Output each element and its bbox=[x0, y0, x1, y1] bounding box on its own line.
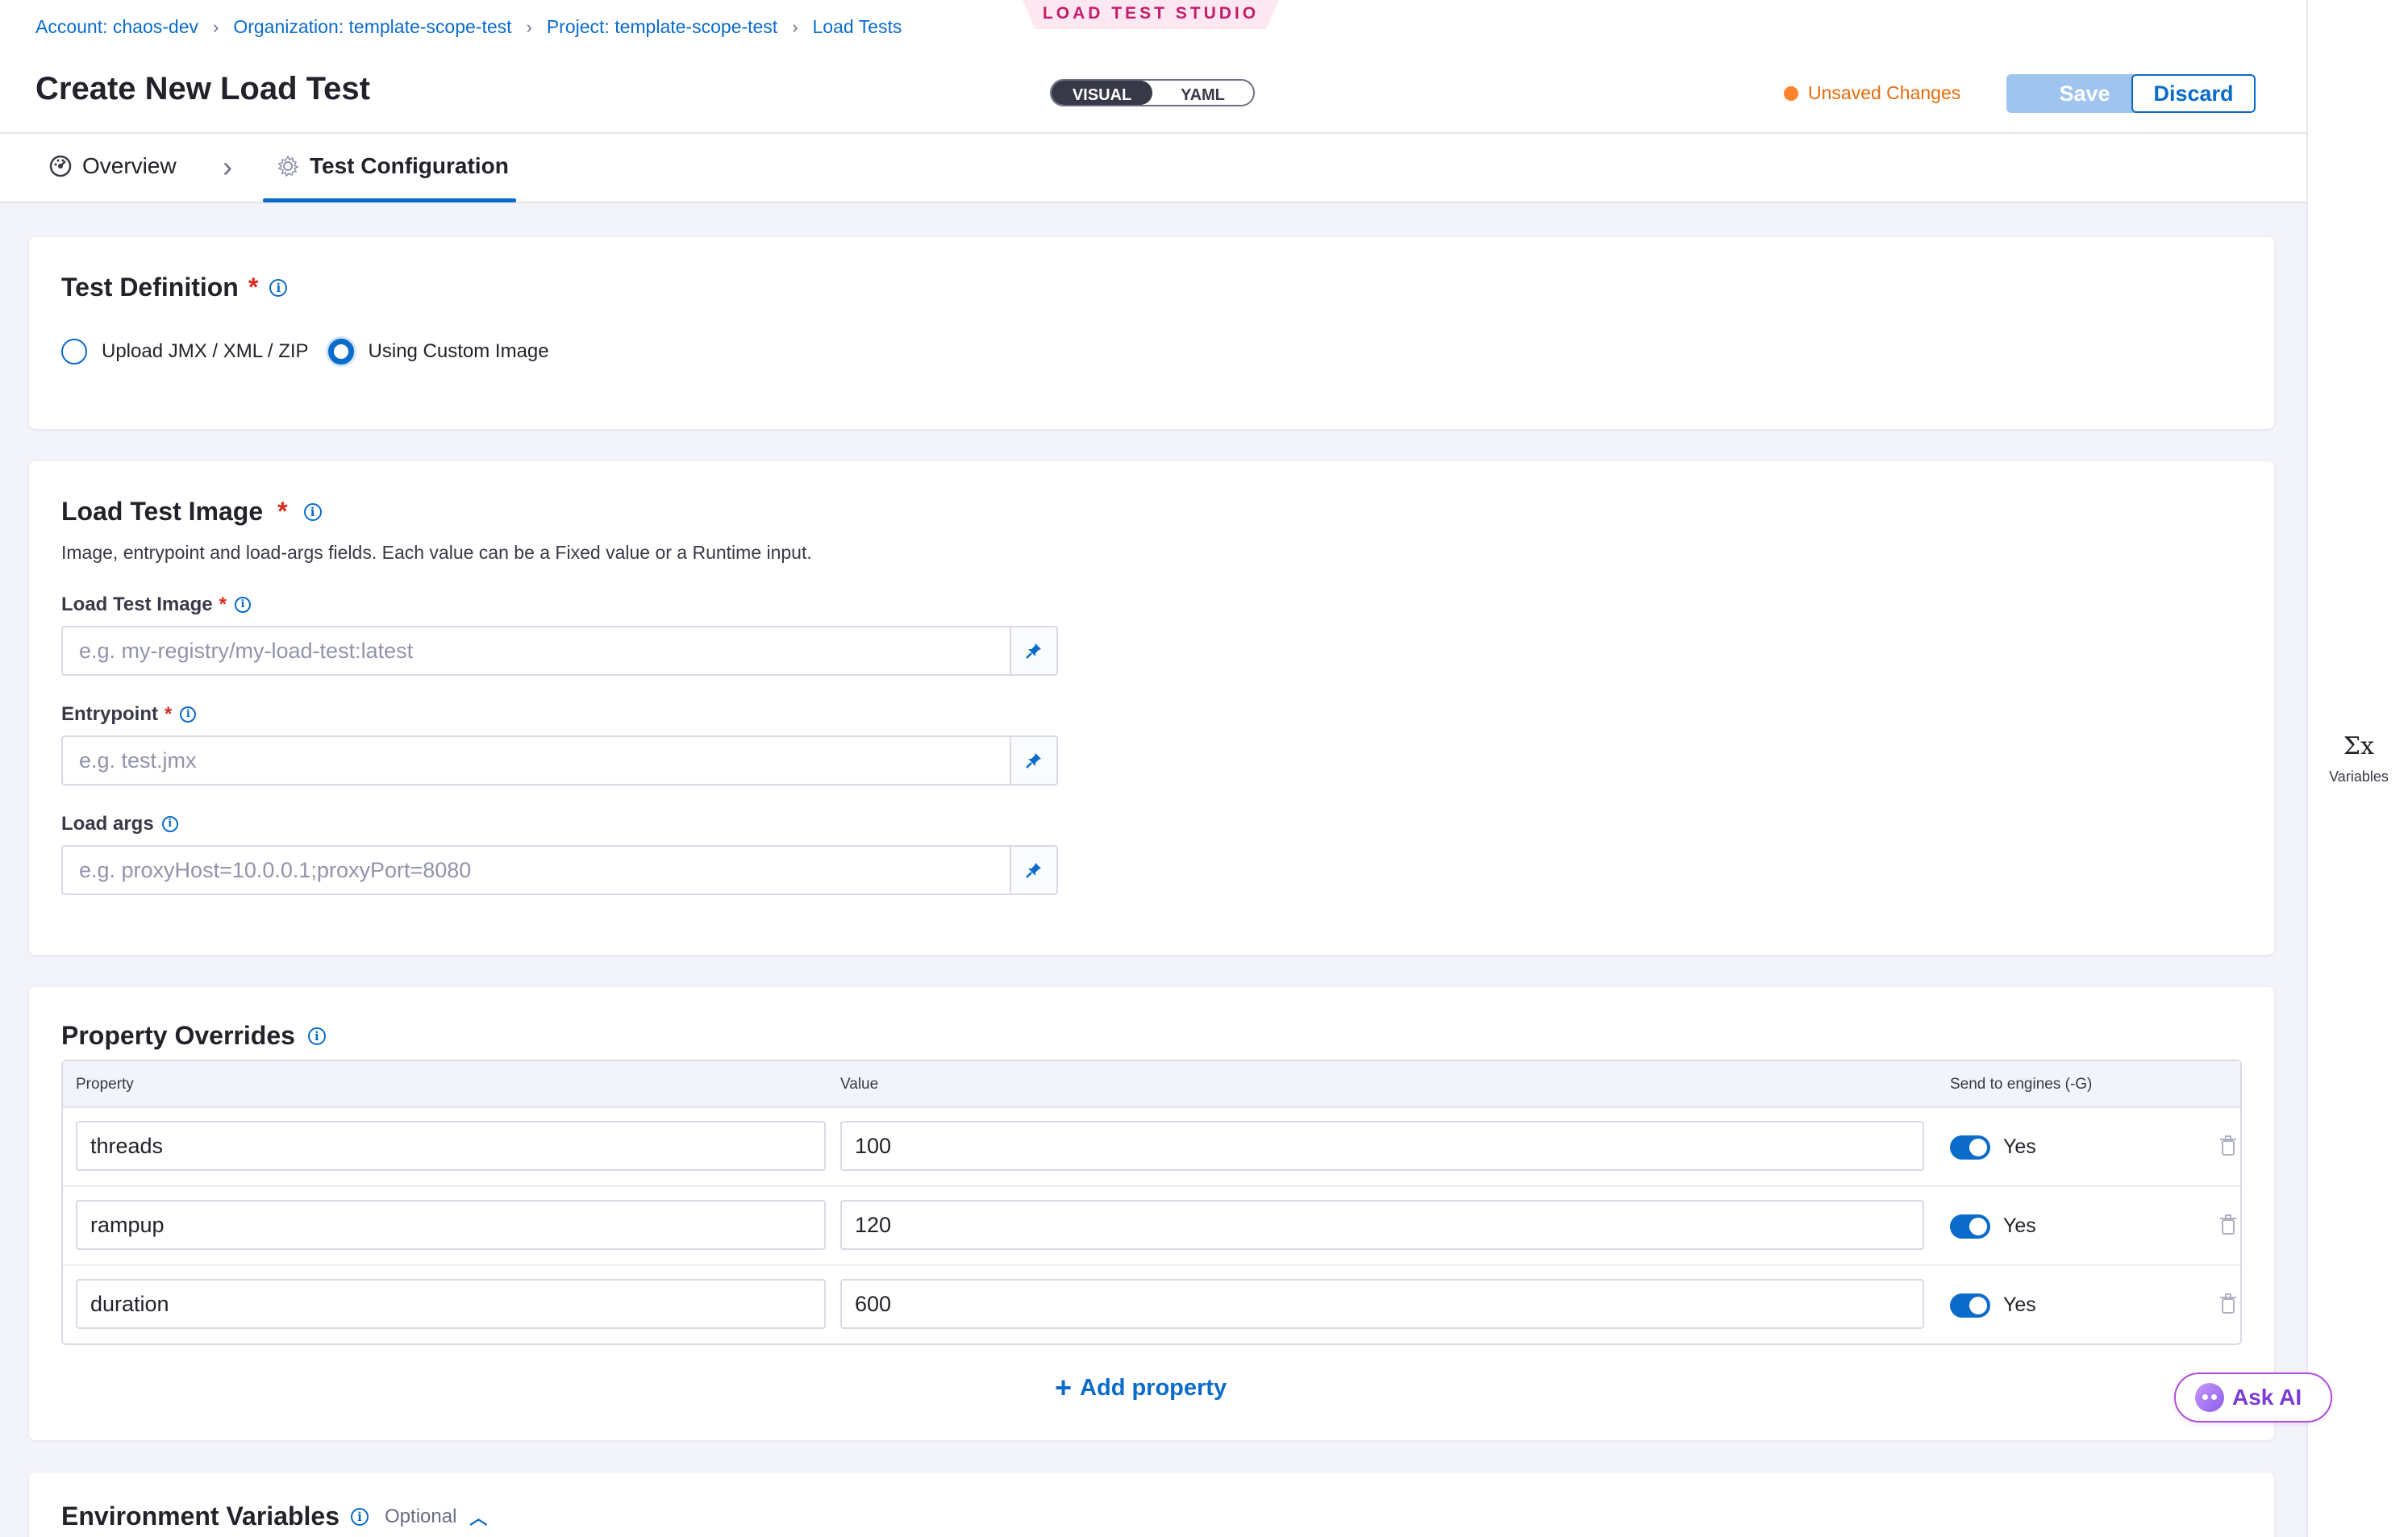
table-row: rampup 120 Yes bbox=[63, 1187, 2240, 1266]
discard-button[interactable]: Discard bbox=[2131, 74, 2256, 113]
property-table: Property Value Send to engines (-G) thre… bbox=[61, 1060, 2242, 1345]
column-header-value: Value bbox=[840, 1076, 879, 1093]
pin-icon[interactable] bbox=[1010, 847, 1056, 893]
property-name-input[interactable]: rampup bbox=[76, 1200, 826, 1250]
image-field-label: Load Test Image * i bbox=[61, 594, 251, 616]
variables-panel-button[interactable]: Σx Variables bbox=[2308, 732, 2408, 785]
studio-badge: LOAD TEST STUDIO bbox=[1023, 0, 1279, 29]
trash-icon[interactable] bbox=[2219, 1214, 2237, 1235]
tab-overview-label: Overview bbox=[82, 153, 177, 178]
unsaved-changes-indicator: Unsaved Changes bbox=[1784, 82, 1960, 104]
required-marker: * bbox=[277, 497, 288, 526]
right-rail: Σx Variables bbox=[2306, 0, 2408, 1537]
toggle-visual[interactable]: VISUAL bbox=[1052, 81, 1152, 105]
table-row: threads 100 Yes bbox=[63, 1108, 2240, 1187]
radio-upload-jmx-label[interactable]: Upload JMX / XML / ZIP bbox=[102, 340, 309, 363]
send-to-engines-toggle[interactable] bbox=[1950, 1293, 1990, 1318]
property-overrides-card: Property Overrides i Property Value Send… bbox=[29, 987, 2274, 1440]
optional-label: Optional bbox=[385, 1505, 457, 1527]
ask-ai-label: Ask AI bbox=[2232, 1385, 2302, 1410]
environment-variables-card: Environment Variables i Optional ︿ bbox=[29, 1472, 2274, 1537]
entrypoint-field bbox=[61, 735, 1058, 785]
image-field bbox=[61, 626, 1058, 676]
breadcrumb: Account: chaos-dev › Organization: templ… bbox=[35, 16, 902, 38]
info-icon[interactable]: i bbox=[161, 816, 178, 832]
image-input[interactable] bbox=[63, 627, 1010, 674]
property-value-input[interactable]: 120 bbox=[840, 1200, 1924, 1250]
ask-ai-button[interactable]: Ask AI bbox=[2174, 1372, 2332, 1422]
gear-icon bbox=[277, 155, 299, 177]
tab-test-configuration-label: Test Configuration bbox=[310, 153, 509, 178]
info-icon[interactable]: i bbox=[303, 502, 322, 521]
info-icon[interactable]: i bbox=[234, 597, 251, 613]
tab-test-configuration[interactable]: Test Configuration bbox=[276, 153, 509, 179]
breadcrumb-load-tests[interactable]: Load Tests bbox=[813, 16, 902, 38]
test-definition-title: Test Definition * i bbox=[61, 273, 288, 302]
required-marker: * bbox=[248, 273, 259, 302]
unsaved-changes-label: Unsaved Changes bbox=[1808, 82, 1961, 103]
info-icon[interactable]: i bbox=[180, 706, 197, 723]
page-title: Create New Load Test bbox=[35, 71, 370, 106]
status-dot-icon bbox=[1784, 85, 1798, 101]
variables-icon: Σx bbox=[2343, 732, 2375, 760]
active-tab-indicator bbox=[263, 198, 516, 202]
pin-icon[interactable] bbox=[1010, 627, 1056, 674]
toggle-yaml[interactable]: YAML bbox=[1152, 81, 1253, 105]
column-header-send-to-engines: Send to engines (-G) bbox=[1950, 1076, 2093, 1093]
chevron-right-icon: › bbox=[792, 16, 798, 37]
add-property-label: Add property bbox=[1080, 1374, 1227, 1401]
property-value-input[interactable]: 100 bbox=[840, 1121, 1924, 1171]
add-property-button[interactable]: + Add property bbox=[1055, 1371, 1227, 1405]
entrypoint-field-label: Entrypoint * i bbox=[61, 703, 197, 726]
breadcrumb-account[interactable]: Account: chaos-dev bbox=[35, 16, 198, 38]
load-args-field-label: Load args i bbox=[61, 813, 178, 835]
property-value-input[interactable]: 600 bbox=[840, 1279, 1924, 1329]
tab-overview[interactable]: Overview bbox=[48, 153, 177, 179]
visual-yaml-toggle[interactable]: VISUAL YAML bbox=[1050, 79, 1255, 106]
pin-icon[interactable] bbox=[1010, 737, 1056, 784]
property-name-input[interactable]: threads bbox=[76, 1121, 826, 1171]
load-test-image-card: Load Test Image * i Image, entrypoint an… bbox=[29, 461, 2274, 955]
column-header-property: Property bbox=[76, 1076, 134, 1093]
send-to-engines-label: Yes bbox=[2003, 1214, 2036, 1237]
property-overrides-title: Property Overrides i bbox=[61, 1021, 326, 1051]
chevron-right-icon: › bbox=[213, 16, 219, 37]
test-definition-options: Upload JMX / XML / ZIP Using Custom Imag… bbox=[61, 339, 569, 364]
radio-custom-image-label[interactable]: Using Custom Image bbox=[369, 340, 549, 363]
chevron-up-icon[interactable]: ︿ bbox=[469, 1504, 487, 1530]
ai-bot-icon bbox=[2195, 1383, 2224, 1412]
breadcrumb-organization[interactable]: Organization: template-scope-test bbox=[233, 16, 511, 38]
environment-variables-title: Environment Variables i Optional ︿ bbox=[61, 1502, 488, 1531]
table-header: Property Value Send to engines (-G) bbox=[63, 1061, 2240, 1108]
page-header: Account: chaos-dev › Organization: templ… bbox=[0, 0, 2306, 134]
load-test-image-description: Image, entrypoint and load-args fields. … bbox=[61, 542, 812, 563]
load-args-input[interactable] bbox=[63, 847, 1010, 893]
plus-icon: + bbox=[1055, 1371, 1073, 1404]
step-tabs: Overview › Test Configuration bbox=[0, 134, 2306, 203]
breadcrumb-project[interactable]: Project: template-scope-test bbox=[547, 16, 777, 38]
chevron-right-icon: › bbox=[526, 16, 532, 37]
radio-custom-image[interactable] bbox=[327, 339, 354, 364]
info-icon[interactable]: i bbox=[269, 278, 288, 297]
send-to-engines-label: Yes bbox=[2003, 1293, 2036, 1316]
property-name-input[interactable]: duration bbox=[76, 1279, 826, 1329]
load-args-field bbox=[61, 845, 1058, 895]
send-to-engines-toggle[interactable] bbox=[1950, 1214, 1990, 1239]
entrypoint-input[interactable] bbox=[63, 737, 1010, 784]
send-to-engines-toggle[interactable] bbox=[1950, 1135, 1990, 1160]
table-row: duration 600 Yes bbox=[63, 1266, 2240, 1345]
info-icon[interactable]: i bbox=[351, 1507, 369, 1526]
radio-upload-jmx[interactable] bbox=[61, 339, 87, 364]
dashboard-icon bbox=[49, 155, 72, 177]
variables-label: Variables bbox=[2329, 768, 2389, 785]
trash-icon[interactable] bbox=[2219, 1293, 2237, 1314]
chevron-right-icon: › bbox=[223, 150, 232, 183]
test-definition-card: Test Definition * i Upload JMX / XML / Z… bbox=[29, 237, 2274, 429]
load-test-image-title: Load Test Image * i bbox=[61, 497, 322, 527]
info-icon[interactable]: i bbox=[307, 1027, 326, 1045]
send-to-engines-label: Yes bbox=[2003, 1135, 2036, 1158]
trash-icon[interactable] bbox=[2219, 1135, 2237, 1156]
